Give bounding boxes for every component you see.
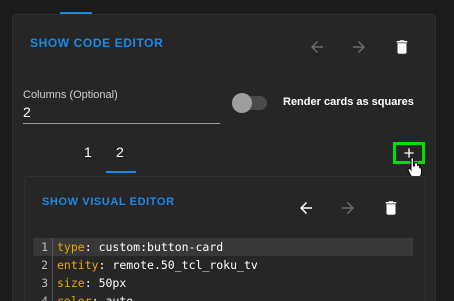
tab-card-1[interactable]: 1	[84, 144, 92, 160]
code-text: size: 50px	[57, 276, 127, 290]
yaml-key: type	[57, 240, 85, 254]
yaml-key: size	[57, 276, 85, 290]
yaml-code-editor[interactable]: 1 type: custom:button-card 2 entity: rem…	[33, 238, 413, 301]
code-line: 1 type: custom:button-card	[33, 238, 413, 256]
show-code-editor-button[interactable]: SHOW CODE EDITOR	[30, 36, 163, 50]
selected-tab-underline	[106, 171, 136, 173]
trash-icon[interactable]	[380, 197, 402, 219]
code-line: 4 color: auto	[33, 292, 413, 301]
code-text: entity: remote.50_tcl_roku_tv	[57, 258, 258, 272]
arrow-right-icon[interactable]	[337, 197, 359, 219]
show-visual-editor-button[interactable]: SHOW VISUAL EDITOR	[42, 196, 175, 208]
line-number: 1	[33, 238, 53, 256]
line-number: 3	[33, 274, 53, 292]
arrow-right-icon[interactable]	[348, 36, 370, 58]
arrow-left-icon[interactable]	[295, 197, 317, 219]
toggle-thumb	[232, 93, 252, 113]
code-text: color: auto	[53, 294, 133, 301]
code-text: type: custom:button-card	[57, 240, 224, 254]
yaml-value: remote.50_tcl_roku_tv	[105, 258, 258, 272]
arrow-left-icon[interactable]	[306, 36, 328, 58]
code-line: 2 entity: remote.50_tcl_roku_tv	[33, 256, 413, 274]
line-number: 2	[33, 256, 53, 274]
yaml-value: auto	[98, 294, 134, 301]
line-number: 4	[33, 292, 53, 301]
yaml-key: entity	[57, 258, 99, 272]
code-line: 3 size: 50px	[33, 274, 413, 292]
columns-label: Columns (Optional)	[23, 89, 118, 101]
tab-card-2[interactable]: 2	[116, 144, 124, 160]
yaml-value: 50px	[91, 276, 127, 290]
square-toggle-label: Render cards as squares	[283, 96, 414, 108]
columns-value: 2	[23, 104, 31, 120]
trash-icon[interactable]	[391, 36, 413, 58]
square-toggle[interactable]	[232, 93, 267, 113]
yaml-key: color	[57, 294, 92, 301]
yaml-value: custom:button-card	[91, 240, 224, 254]
columns-input[interactable]: 2	[23, 104, 220, 124]
